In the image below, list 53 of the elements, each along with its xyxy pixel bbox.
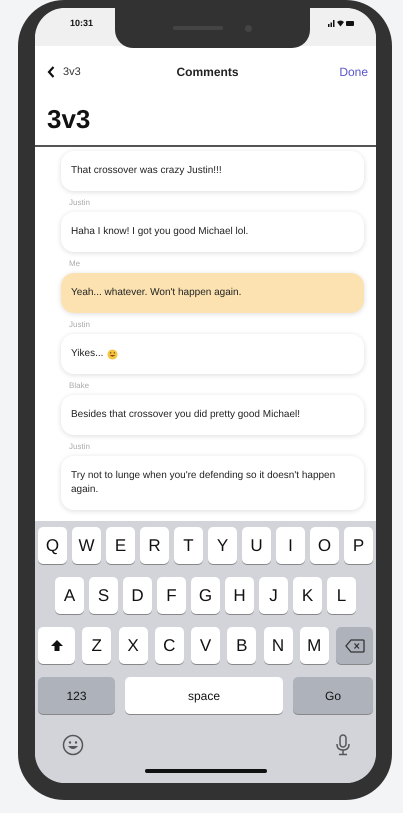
comment-author: Justin bbox=[69, 320, 91, 329]
letter-key[interactable]: P bbox=[344, 527, 373, 564]
comment-text: That crossover was crazy Justin!!! bbox=[71, 164, 222, 178]
comment-text: Yeah... whatever. Won't happen again. bbox=[71, 286, 242, 300]
letter-key[interactable]: X bbox=[118, 627, 148, 664]
comment-text: Try not to lunge when you're defending so it doesn't happen again. bbox=[71, 469, 336, 497]
emoji-icon[interactable] bbox=[62, 734, 84, 756]
shift-key[interactable] bbox=[38, 627, 75, 664]
letter-key[interactable]: F bbox=[157, 577, 186, 614]
letter-key[interactable]: N bbox=[264, 627, 292, 664]
letter-key[interactable]: I bbox=[276, 527, 305, 564]
numbers-key[interactable]: 123 bbox=[38, 677, 115, 714]
letter-key[interactable]: U bbox=[242, 527, 271, 564]
letter-key[interactable]: R bbox=[140, 527, 169, 564]
backspace-icon bbox=[344, 638, 364, 652]
letter-key[interactable]: C bbox=[154, 627, 184, 664]
grinning-face-icon bbox=[107, 348, 118, 360]
letter-key[interactable]: Z bbox=[82, 627, 112, 664]
letter-key[interactable]: D bbox=[123, 577, 152, 614]
comment-author: Justin bbox=[69, 198, 91, 207]
shift-arrow-icon bbox=[50, 639, 64, 652]
go-key[interactable]: Go bbox=[293, 677, 373, 714]
letter-key[interactable]: H bbox=[225, 577, 254, 614]
chevron-left-icon bbox=[47, 66, 55, 78]
comment-text: Haha I know! I got you good Michael lol. bbox=[71, 225, 248, 239]
letter-key[interactable]: B bbox=[227, 627, 256, 664]
space-key[interactable]: space bbox=[125, 677, 283, 714]
nav-title: Comments bbox=[176, 65, 238, 79]
microphone-icon[interactable] bbox=[335, 734, 351, 756]
letter-key[interactable]: L bbox=[327, 577, 356, 614]
delete-key[interactable] bbox=[336, 627, 373, 664]
letter-key[interactable]: T bbox=[174, 527, 203, 564]
comment-text: Yikes... bbox=[71, 347, 104, 361]
letter-key[interactable]: G bbox=[191, 577, 220, 614]
letter-key[interactable]: V bbox=[191, 627, 220, 664]
letter-key[interactable]: S bbox=[89, 577, 118, 614]
letter-key[interactable]: E bbox=[106, 527, 135, 564]
letter-key[interactable]: M bbox=[300, 627, 329, 664]
comment-author: Justin bbox=[69, 442, 91, 451]
comment-text: Besides that crossover you did pretty good Michael! bbox=[71, 408, 300, 422]
letter-key[interactable]: A bbox=[55, 577, 84, 614]
done-button[interactable]: Done bbox=[339, 65, 368, 79]
back-button[interactable]: 3v3 bbox=[47, 66, 81, 78]
status-time: 10:31 bbox=[70, 18, 94, 28]
letter-key[interactable]: O bbox=[310, 527, 339, 564]
status-icons bbox=[328, 19, 354, 27]
letter-key[interactable]: Q bbox=[38, 527, 67, 564]
comment-author: Me bbox=[69, 259, 82, 268]
letter-key[interactable]: W bbox=[72, 527, 101, 564]
letter-key[interactable]: K bbox=[293, 577, 322, 614]
comment-author: Blake bbox=[69, 381, 90, 390]
letter-key[interactable]: J bbox=[259, 577, 288, 614]
letter-key[interactable]: Y bbox=[208, 527, 237, 564]
